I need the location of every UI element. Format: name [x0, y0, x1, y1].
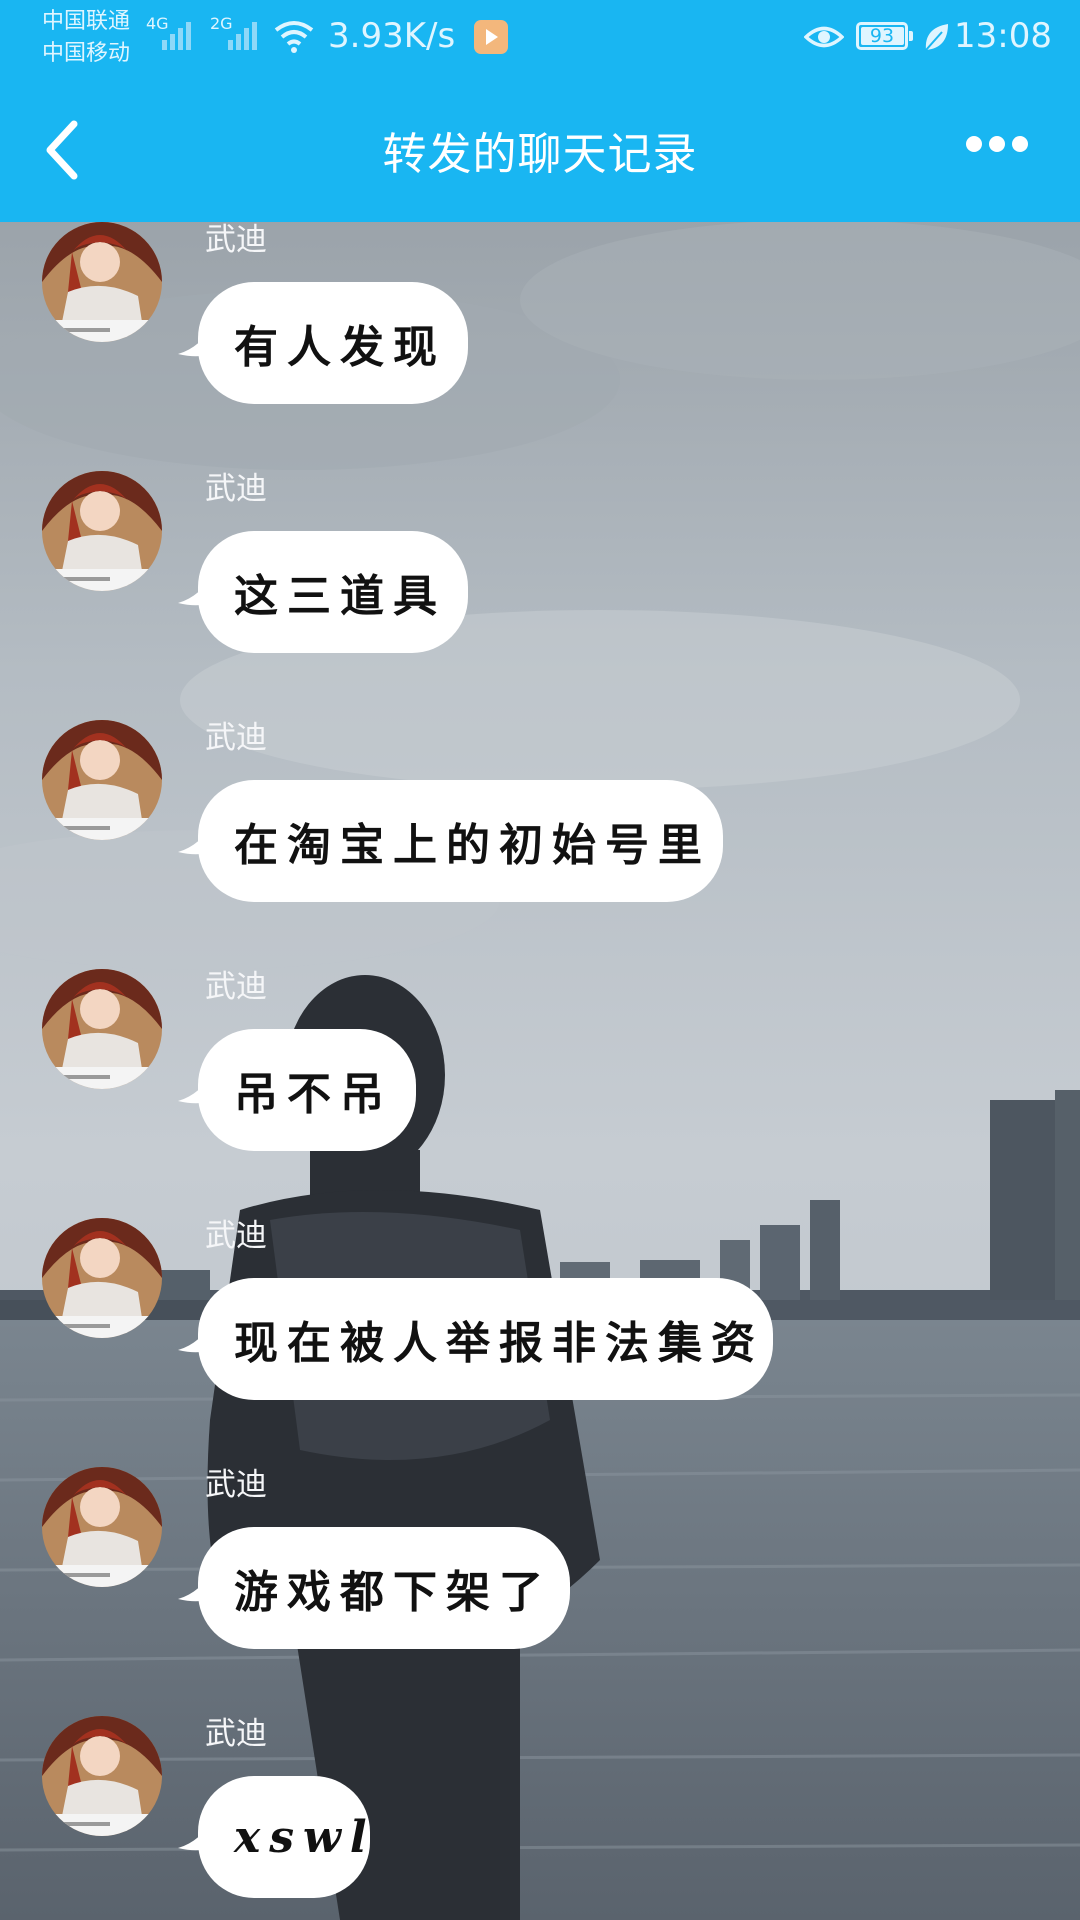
message-bubble[interactable]: 现在被人举报非法集资: [198, 1278, 773, 1400]
avatar-image-icon: [42, 471, 162, 591]
avatar[interactable]: [42, 1218, 162, 1338]
more-dots-icon: [966, 136, 1028, 152]
sender-name: 武迪: [205, 1467, 267, 1503]
battery-icon: 93: [856, 22, 908, 50]
avatar[interactable]: [42, 720, 162, 840]
avatar-image-icon: [42, 1467, 162, 1587]
carrier-name-2: 中国移动: [42, 41, 131, 66]
clock: 13:08: [954, 16, 1052, 56]
message-item: 武迪 在淘宝上的初始号里: [0, 720, 1080, 970]
signal-strength-icon: [228, 22, 257, 50]
message-list: 武迪 有人发现 武迪 这三道具 武迪 在淘宝上的初始号里 武迪 吊不吊 武迪 现…: [0, 222, 1080, 1920]
top-navigation-bar: 转发的聊天记录: [0, 78, 1080, 222]
signal-strength-icon: [162, 22, 191, 50]
carrier-labels: 中国联通 中国移动: [42, 6, 130, 70]
sender-name: 武迪: [205, 1218, 267, 1254]
wifi-icon: [274, 21, 314, 53]
message-item: 武迪 吊不吊: [0, 969, 1080, 1219]
message-bubble[interactable]: 吊不吊: [198, 1029, 416, 1151]
message-item: 武迪 有人发现: [0, 222, 1080, 472]
sender-name: 武迪: [205, 720, 267, 756]
sender-name: 武迪: [205, 969, 267, 1005]
sender-name: 武迪: [205, 471, 267, 507]
message-item: 武迪 游戏都下架了: [0, 1467, 1080, 1717]
avatar-image-icon: [42, 1716, 162, 1836]
avatar-image-icon: [42, 222, 162, 342]
message-bubble[interactable]: 游戏都下架了: [198, 1527, 570, 1649]
message-bubble[interactable]: 有人发现: [198, 282, 468, 404]
avatar[interactable]: [42, 969, 162, 1089]
sender-name: 武迪: [205, 1716, 267, 1752]
message-bubble[interactable]: 这三道具: [198, 531, 468, 653]
network-speed: 3.93K/s: [328, 16, 456, 56]
power-saving-leaf-icon: [925, 24, 948, 51]
message-item: 武迪 xswl: [0, 1716, 1080, 1920]
avatar[interactable]: [42, 1716, 162, 1836]
page-title: 转发的聊天记录: [382, 129, 698, 180]
avatar[interactable]: [42, 222, 162, 342]
status-bar: 中国联通 中国移动 4G 2G 3.93K/s 93 13:08: [0, 0, 1080, 78]
sender-name: 武迪: [205, 222, 267, 258]
carrier-name-1: 中国联通: [42, 9, 131, 34]
eye-comfort-icon: [804, 26, 844, 48]
avatar-image-icon: [42, 969, 162, 1089]
message-item: 武迪 现在被人举报非法集资: [0, 1218, 1080, 1468]
message-item: 武迪 这三道具: [0, 471, 1080, 721]
message-bubble[interactable]: xswl: [198, 1776, 370, 1898]
avatar-image-icon: [42, 1218, 162, 1338]
message-bubble[interactable]: 在淘宝上的初始号里: [198, 780, 723, 902]
battery-level: 93: [869, 25, 895, 47]
more-options-button[interactable]: [952, 120, 1062, 180]
avatar-image-icon: [42, 720, 162, 840]
app-notification-icon: [474, 20, 508, 54]
avatar[interactable]: [42, 1467, 162, 1587]
avatar[interactable]: [42, 471, 162, 591]
